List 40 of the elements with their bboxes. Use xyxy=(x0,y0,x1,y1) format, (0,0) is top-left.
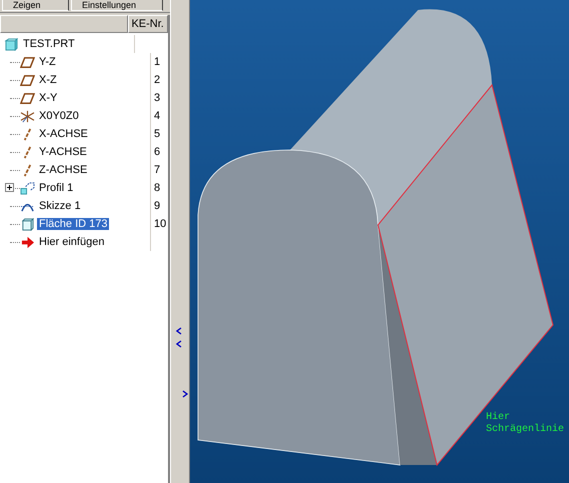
feature-number: 9 xyxy=(154,200,160,212)
feature-number: 7 xyxy=(154,164,160,176)
plane-icon xyxy=(20,56,35,68)
tree-item[interactable]: Z-ACHSE xyxy=(37,164,90,176)
feature-number: 6 xyxy=(154,146,160,158)
arrow-icon xyxy=(20,236,35,248)
expand-right-icon[interactable] xyxy=(182,390,188,398)
feature-number: 5 xyxy=(154,128,160,140)
plane-icon xyxy=(20,92,35,104)
plane-icon xyxy=(20,74,35,86)
column-header[interactable] xyxy=(0,15,128,33)
tree-item[interactable]: TEST.PRT xyxy=(21,38,77,50)
cube-icon xyxy=(20,218,35,230)
feature-number: 3 xyxy=(154,92,160,104)
tree-item[interactable]: Profil 1 xyxy=(37,182,76,194)
feature-number: 10 xyxy=(154,218,166,230)
annotation-text: Hier xyxy=(486,412,512,424)
feature-number: 4 xyxy=(154,110,160,122)
expand-icon[interactable] xyxy=(5,183,14,192)
tree-item[interactable]: Fläche ID 173 xyxy=(37,218,110,230)
viewport[interactable]: Hier Schrägenlinie xyxy=(190,0,569,483)
column-header[interactable]: KE-Nr. xyxy=(128,15,168,33)
tree-item[interactable]: X-ACHSE xyxy=(37,128,90,140)
profile-icon xyxy=(20,182,35,194)
axes-icon xyxy=(20,110,35,122)
tree-item[interactable]: Skizze 1 xyxy=(37,200,83,212)
annotation-text: Schrägenlinie xyxy=(486,424,564,436)
tree-item[interactable]: Y-ACHSE xyxy=(37,146,89,158)
tree-item[interactable]: X-Z xyxy=(37,74,59,86)
feature-number: 1 xyxy=(154,56,160,68)
feature-number: 2 xyxy=(154,74,160,86)
tree-item[interactable]: Y-Z xyxy=(37,56,58,68)
tree-item[interactable]: Hier einfügen xyxy=(37,236,106,248)
tree-item[interactable]: X-Y xyxy=(37,92,60,104)
cube-icon xyxy=(4,38,19,50)
splitter[interactable] xyxy=(170,0,190,483)
feature-number: 8 xyxy=(154,182,160,194)
tab[interactable]: Einstellungen xyxy=(71,0,163,11)
tab[interactable]: Zeigen xyxy=(2,0,69,11)
tree-item[interactable]: X0Y0Z0 xyxy=(37,110,81,122)
